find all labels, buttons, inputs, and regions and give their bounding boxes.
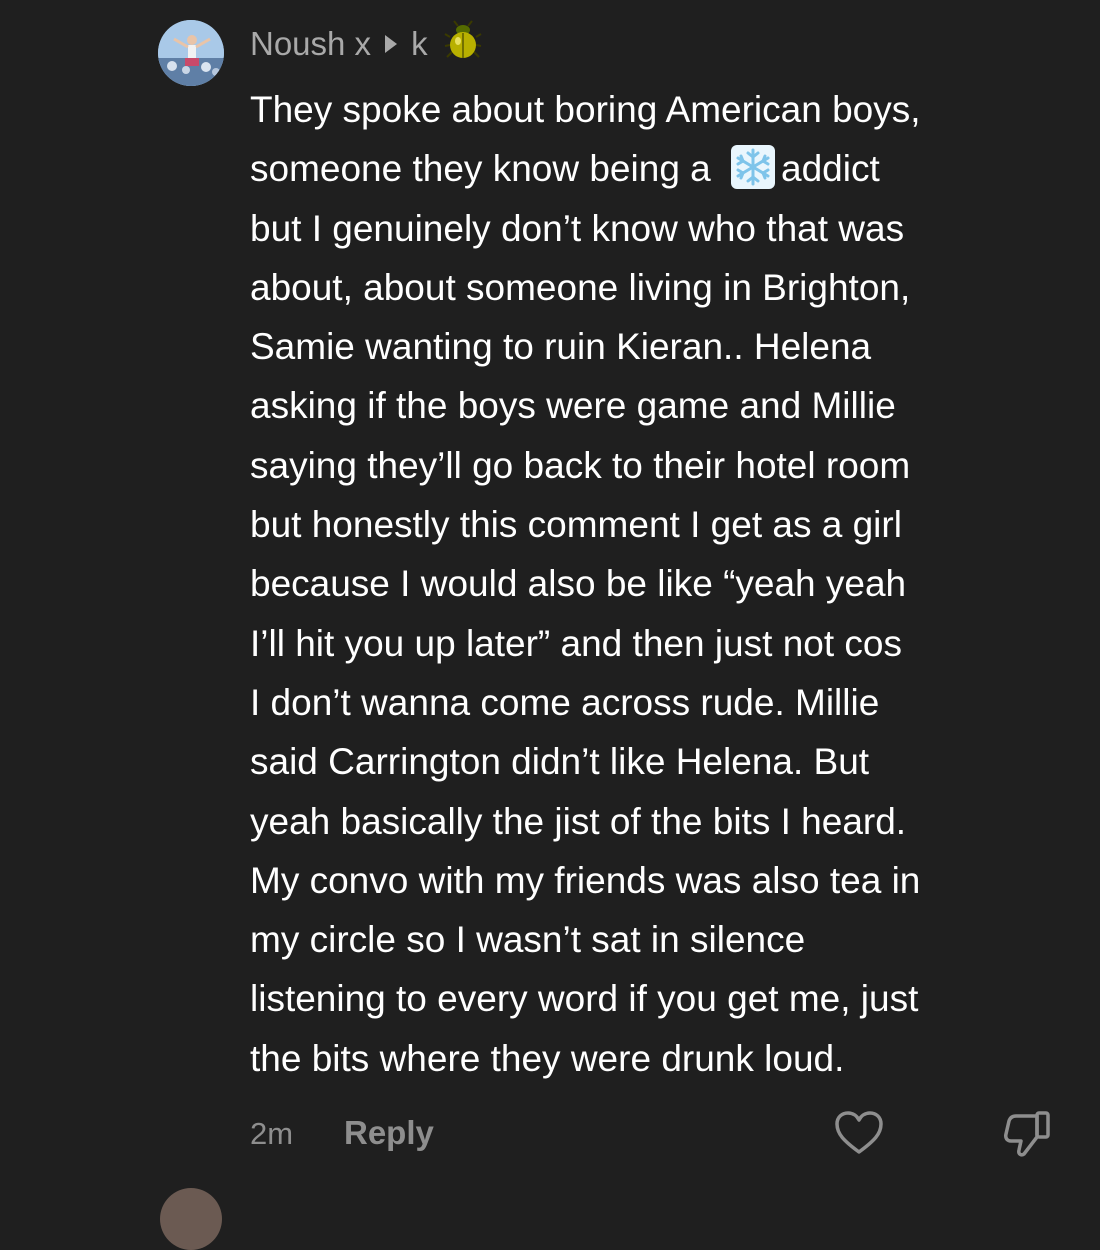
comment-line: I’ll hit you up later” and then just not… bbox=[250, 622, 902, 664]
comment-line: Samie wanting to ruin Kieran.. Helena bbox=[250, 326, 872, 368]
comment-line: the bits where they were drunk loud. bbox=[250, 1037, 845, 1079]
snowflake-icon bbox=[727, 145, 779, 190]
comment-line: because I would also be like “yeah yeah bbox=[250, 563, 907, 605]
comment-line: my circle so I wasn’t sat in silence bbox=[250, 919, 806, 961]
thumbs-down-icon[interactable] bbox=[1002, 1108, 1052, 1158]
comment-line: but I genuinely don’t know who that was bbox=[250, 207, 905, 249]
comment-line-part: addict bbox=[781, 148, 880, 190]
author-name[interactable]: Noush x bbox=[250, 25, 371, 63]
author-row: Noush x k bbox=[250, 20, 482, 68]
timestamp: 2m bbox=[250, 1116, 294, 1151]
comment-line: but honestly this comment I get as a gir… bbox=[250, 504, 902, 546]
comment-line: They spoke about boring American boys, bbox=[250, 89, 921, 130]
comment-line: yeah basically the jist of the bits I he… bbox=[250, 800, 907, 842]
comment-line: My convo with my friends was also tea in bbox=[250, 859, 921, 901]
beetle-icon bbox=[444, 20, 482, 68]
recipient-name[interactable]: k bbox=[411, 25, 428, 63]
comment-footer: 2m Reply bbox=[250, 1108, 1070, 1158]
avatar-image bbox=[158, 20, 224, 86]
comment-body: They spoke about boring American boys, s… bbox=[250, 80, 1080, 1088]
comment: Noush x k They spoke about boring Americ… bbox=[0, 0, 1100, 1250]
comment-line: I don’t wanna come across rude. Millie bbox=[250, 681, 880, 723]
reply-to-arrow-icon bbox=[385, 35, 398, 53]
comment-line-part: someone they know being a bbox=[250, 148, 722, 190]
avatar[interactable] bbox=[158, 20, 224, 86]
comment-line: listening to every word if you get me, j… bbox=[250, 978, 919, 1020]
comment-line: asking if the boys were game and Millie bbox=[250, 385, 896, 427]
comment-line: someone they know being a addict bbox=[250, 139, 1080, 198]
comment-line: said Carrington didn’t like Helena. But bbox=[250, 741, 870, 783]
comment-line: about, about someone living in Brighton, bbox=[250, 266, 911, 308]
next-comment-avatar[interactable] bbox=[160, 1188, 222, 1250]
heart-icon[interactable] bbox=[834, 1110, 884, 1156]
reply-button[interactable]: Reply bbox=[344, 1114, 434, 1152]
comment-line: saying they’ll go back to their hotel ro… bbox=[250, 444, 911, 486]
